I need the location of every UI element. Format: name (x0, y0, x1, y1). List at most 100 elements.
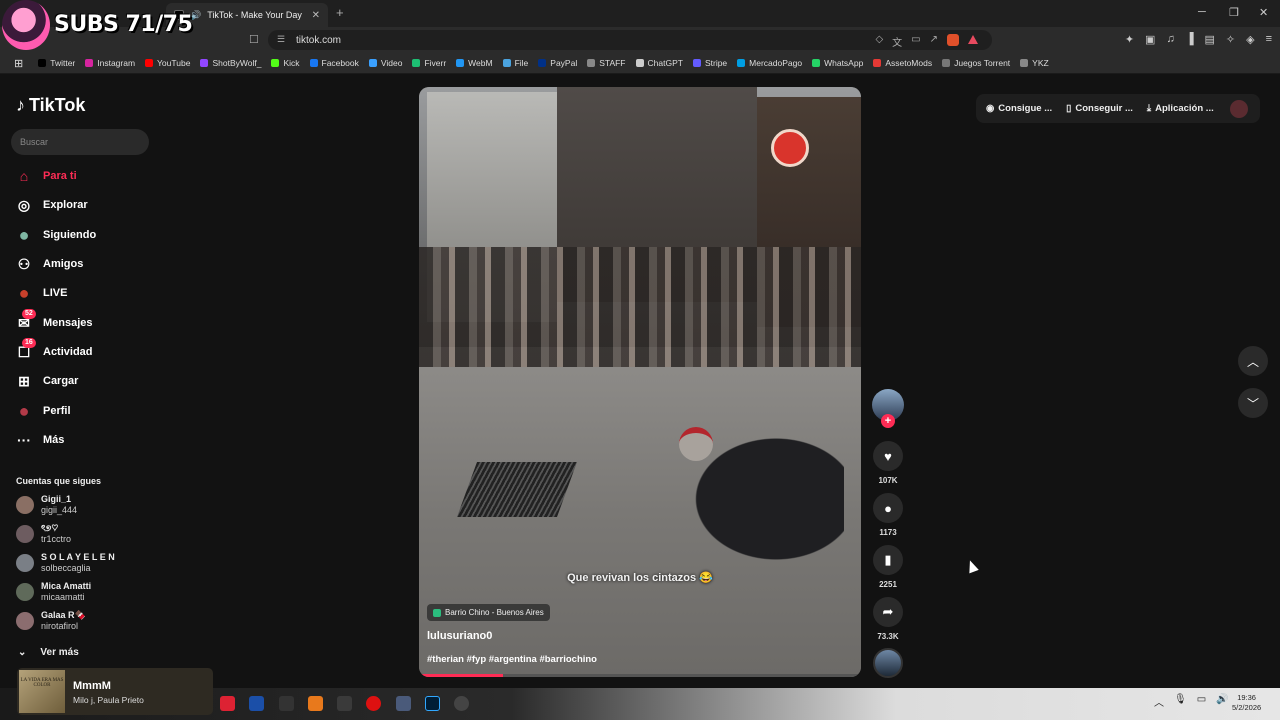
bookmark-paypal[interactable]: PayPal (533, 58, 582, 68)
music-widget[interactable]: LA VIDA ERA MAS COLOR MmmM Milo j, Paula… (17, 668, 213, 715)
sidebar-item-mensajes[interactable]: ✉ 52 Mensajes (15, 309, 93, 332)
heart-icon[interactable]: ♥ (873, 441, 903, 471)
sidebar-item-amigos[interactable]: ⚇ Amigos (15, 255, 84, 273)
system-clock[interactable]: 19:36 5/2/2026 (1232, 693, 1261, 713)
screenshot-icon[interactable]: ▣ (1145, 33, 1155, 46)
music-disc[interactable] (873, 648, 903, 678)
app-icon[interactable] (454, 696, 469, 711)
messages-icon: ✉ 52 (15, 309, 36, 332)
app-icon[interactable] (337, 696, 352, 711)
following-account[interactable]: Galaa R🍫 nirotafirol (16, 610, 86, 632)
following-account[interactable]: Mica Amatti micaamatti (16, 581, 91, 603)
profile-avatar[interactable] (1229, 99, 1248, 118)
video-author[interactable]: lulusuriano0 (427, 630, 492, 642)
account-handle: tr1cctro (41, 534, 72, 544)
video-player[interactable]: Que revivan los cintazos 😂 Barrio Chino … (419, 87, 861, 677)
bookmark-video[interactable]: Video (364, 58, 408, 68)
bookmark-whatsapp[interactable]: WhatsApp (807, 58, 868, 68)
close-window-button[interactable]: ✕ (1259, 6, 1268, 19)
system-tray: ︿ 🎙 ▭ 🔊 (1154, 694, 1229, 709)
download-app-button[interactable]: ⤓ Aplicación ... (1147, 103, 1214, 114)
volume-icon[interactable]: 🔊 (1216, 694, 1228, 709)
no-translate-icon[interactable]: ◇ (875, 34, 883, 49)
sidebar-item-m-s[interactable]: ··· Más (15, 431, 64, 449)
new-tab-button[interactable]: + (336, 5, 344, 20)
bookmark-kick[interactable]: Kick (266, 58, 304, 68)
bookmark-youtube[interactable]: YouTube (140, 58, 195, 68)
media-icon[interactable]: ♫ (1166, 33, 1174, 46)
sidebar-item-live[interactable]: ● LIVE (15, 283, 68, 303)
wallet-icon[interactable]: ▤ (1204, 33, 1214, 46)
following-account[interactable]: ৎ୭♡ tr1cctro (16, 523, 71, 545)
address-bar[interactable]: ☰ tiktok.com ◇ 文 ▭ ↗ (268, 30, 992, 50)
app-icon[interactable] (220, 696, 235, 711)
get-coins-button[interactable]: ◉ Consigue ... (986, 103, 1052, 114)
restore-button[interactable]: ❐ (1229, 6, 1239, 19)
app-icon[interactable] (396, 696, 411, 711)
photoshop-icon[interactable] (425, 696, 440, 711)
bookmark-icon[interactable]: ☐ (249, 33, 259, 46)
sidebar-item-perfil[interactable]: ● Perfil (15, 401, 71, 421)
search-input[interactable]: Buscar (11, 129, 149, 155)
bookmark-webm[interactable]: WebM (451, 58, 497, 68)
location-tag[interactable]: Barrio Chino - Buenos Aires (427, 604, 550, 621)
app-icon[interactable] (279, 696, 294, 711)
sidebar-item-para-ti[interactable]: ⌂ Para ti (15, 167, 77, 185)
bookmark-staff[interactable]: STAFF (582, 58, 630, 68)
bookmark-file[interactable]: File (498, 58, 534, 68)
leo-ai-icon[interactable]: ✧ (1226, 33, 1235, 46)
minimize-button[interactable]: ─ (1198, 6, 1206, 18)
extensions-icon[interactable]: ✦ (1125, 33, 1134, 46)
bookmark-ykz[interactable]: YKZ (1015, 58, 1054, 68)
app-icon[interactable] (308, 696, 323, 711)
brave-shield-icon[interactable] (947, 34, 959, 46)
video-frame-mask (679, 427, 713, 461)
tab-title: TikTok - Make Your Day (207, 10, 302, 20)
bookmark-stripe[interactable]: Stripe (688, 58, 732, 68)
sidebar-icon[interactable]: ▐ (1186, 33, 1194, 46)
following-account[interactable]: Gigii_1 gigii_444 (16, 494, 77, 516)
bookmark-assetomods[interactable]: AssetoMods (868, 58, 937, 68)
sidebar-item-cargar[interactable]: ⊞ Cargar (15, 372, 78, 390)
share-arrow-icon[interactable]: ➦ (873, 597, 903, 627)
bookmark-shotbywolf-[interactable]: ShotByWolf_ (195, 58, 266, 68)
see-more-button[interactable]: ⌄ Ver más (18, 647, 79, 658)
bookmark-facebook[interactable]: Facebook (305, 58, 364, 68)
app-icon[interactable] (366, 696, 381, 711)
get-app-device-button[interactable]: ▯ Conseguir ... (1066, 103, 1133, 114)
bookmark-label: WebM (468, 58, 493, 68)
bookmark-chatgpt[interactable]: ChatGPT (631, 58, 688, 68)
cast-icon[interactable]: ▭ (911, 34, 920, 49)
site-settings-icon[interactable]: ☰ (277, 34, 285, 45)
microphone-icon[interactable]: 🎙 (1174, 694, 1187, 709)
apps-icon[interactable]: ⊞ (9, 57, 33, 70)
bookmark-juegos-torrent[interactable]: Juegos Torrent (937, 58, 1015, 68)
app-icon[interactable] (249, 696, 264, 711)
follow-plus-button[interactable]: + (881, 414, 895, 428)
bookmark-icon[interactable]: ▮ (873, 545, 903, 575)
brave-rewards-icon[interactable] (968, 35, 978, 44)
bookmark-mercadopago[interactable]: MercadoPago (732, 58, 807, 68)
video-progress-bar[interactable] (419, 674, 861, 677)
tray-chevron-icon[interactable]: ︿ (1154, 694, 1164, 709)
vpn-icon[interactable]: ◈ (1246, 33, 1254, 46)
tab-close-icon[interactable]: ✕ (312, 10, 320, 21)
translate-icon[interactable]: 文 (892, 34, 902, 49)
comment-icon[interactable]: ● (873, 493, 903, 523)
share-icon[interactable]: ↗ (930, 34, 938, 49)
video-hashtags[interactable]: #therian #fyp #argentina #barriochino (427, 654, 597, 665)
previous-video-button[interactable]: ︿ (1238, 346, 1268, 376)
bookmark-instagram[interactable]: Instagram (80, 58, 140, 68)
next-video-button[interactable]: ﹀ (1238, 388, 1268, 418)
bookmark-favicon-icon (1020, 59, 1029, 67)
tiktok-logo[interactable]: ♪ TikTok (16, 95, 85, 116)
bookmark-twitter[interactable]: Twitter (33, 58, 80, 68)
following-account[interactable]: S O L A Y E L E Nsolbeccaglia (16, 552, 115, 574)
bookmark-fiverr[interactable]: Fiverr (407, 58, 451, 68)
sidebar-item-explorar[interactable]: ◎ Explorar (15, 196, 88, 214)
address-bar-icons: ◇ 文 ▭ ↗ (875, 34, 978, 49)
menu-icon[interactable]: ≡ (1266, 33, 1272, 46)
sidebar-item-siguiendo[interactable]: ● Siguiendo (15, 225, 97, 245)
sidebar-item-actividad[interactable]: ☐ 16 Actividad (15, 338, 93, 361)
display-icon[interactable]: ▭ (1197, 694, 1206, 709)
